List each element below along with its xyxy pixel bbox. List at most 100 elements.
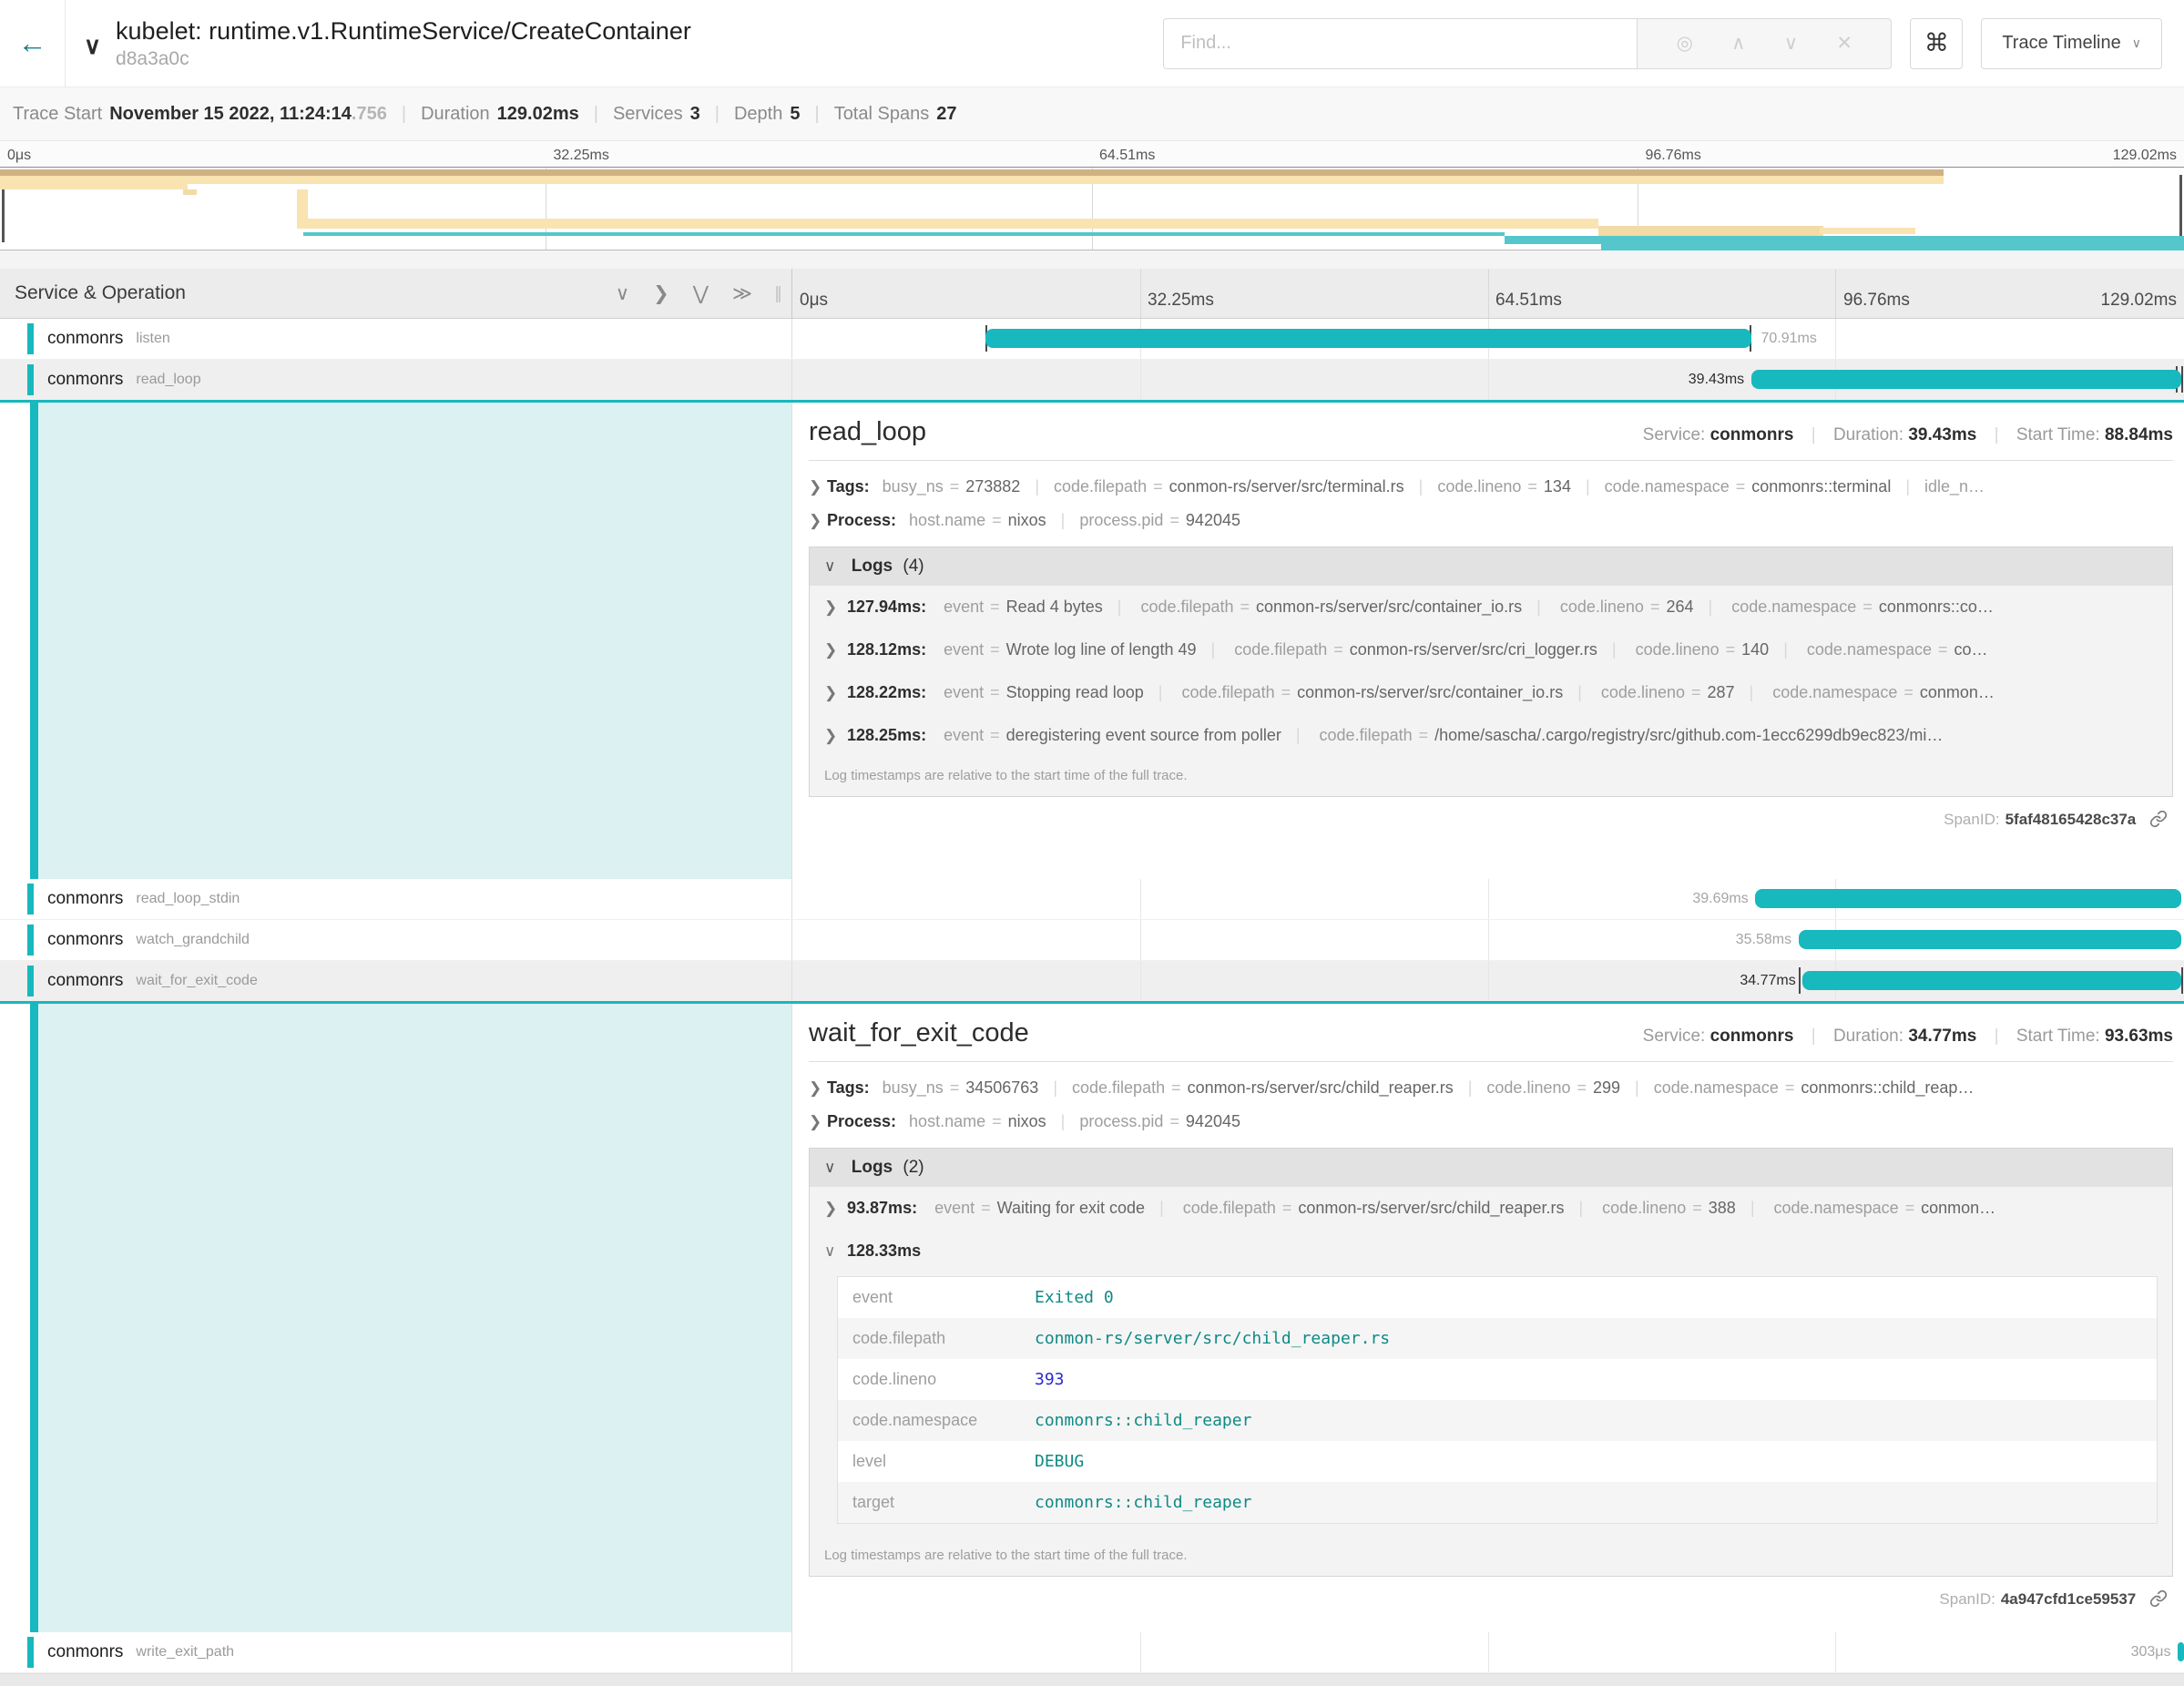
kv-row: code.filepath conmon-rs/server/src/child…: [838, 1318, 2157, 1359]
log-kv-table: event Exited 0 code.filepath conmon-rs/s…: [837, 1276, 2158, 1524]
chevron-right-icon: ❯: [824, 684, 842, 702]
minimap-span-bar: [1598, 226, 1823, 236]
duration-label: Duration: [421, 104, 490, 125]
operation-name: listen: [136, 331, 169, 347]
process-accordion[interactable]: ❯ Process: host.name=nixos| process.pid=…: [809, 504, 2173, 537]
minimap-span-bar: [1505, 236, 2184, 244]
page-header: ← ∨ kubelet: runtime.v1.RuntimeService/C…: [0, 0, 2184, 87]
span-row-wait-for-exit-code[interactable]: conmonrs wait_for_exit_code 34.77ms: [0, 961, 2184, 1004]
service-name: conmonrs: [47, 1642, 123, 1662]
services-label: Services: [613, 104, 683, 125]
detail-accent-column: [0, 1004, 792, 1632]
log-entry[interactable]: ❯ 127.94ms: event=Read 4 bytes| code.fil…: [810, 586, 2172, 628]
find-group: ◎ ∧ ∨ ✕: [1163, 18, 1892, 69]
keyboard-shortcuts-button[interactable]: ⌘: [1910, 18, 1963, 69]
trace-view-selector[interactable]: Trace Timeline ∨: [1981, 18, 2162, 69]
expand-all-icon[interactable]: ≫: [732, 282, 752, 305]
next-result-icon[interactable]: ∨: [1784, 32, 1798, 55]
logs-footnote: Log timestamps are relative to the start…: [810, 1537, 2172, 1576]
log-entry[interactable]: ❯ 128.12ms: event=Wrote log line of leng…: [810, 628, 2172, 671]
chevron-right-icon: ❯: [824, 1200, 842, 1218]
bottom-strip: [0, 1673, 2184, 1686]
trace-view-label: Trace Timeline: [2002, 33, 2120, 54]
find-input[interactable]: [1163, 18, 1637, 69]
span-detail-wait-for-exit-code: wait_for_exit_code Service: conmonrs | D…: [0, 1004, 2184, 1632]
span-bar[interactable]: [1799, 930, 2181, 949]
services-value: 3: [690, 104, 700, 125]
tags-accordion[interactable]: ❯ Tags: busy_ns=273882| code.filepath=co…: [809, 470, 2173, 504]
timeline-ticks-header: 0μs 32.25ms 64.51ms 96.76ms 129.02ms: [792, 269, 2184, 318]
timeline-tick: 64.51ms: [1495, 291, 1562, 311]
title-block: kubelet: runtime.v1.RuntimeService/Creat…: [116, 16, 691, 69]
total-spans-value: 27: [936, 104, 956, 125]
span-bar[interactable]: [985, 329, 1750, 348]
service-color-indicator: [27, 884, 34, 915]
log-entry[interactable]: ❯ 128.25ms: event=deregistering event so…: [810, 714, 2172, 757]
chevron-down-icon: ∨: [824, 557, 835, 575]
span-bar[interactable]: [1802, 971, 2181, 990]
span-marker: [1799, 967, 1801, 994]
span-row-read-loop-stdin[interactable]: conmonrs read_loop_stdin 39.69ms: [0, 879, 2184, 920]
service-operation-title: Service & Operation: [15, 282, 592, 304]
span-id-row: SpanID:4a947cfd1ce59537: [809, 1589, 2173, 1612]
span-row-listen[interactable]: conmonrs listen 70.91ms: [0, 319, 2184, 360]
clear-find-icon[interactable]: ✕: [1836, 32, 1852, 55]
span-marker: [2181, 366, 2183, 393]
chevron-right-icon: ❯: [809, 478, 827, 496]
chevron-right-icon: ❯: [809, 512, 827, 530]
link-icon[interactable]: [2149, 1594, 2168, 1611]
chevron-right-icon: ❯: [809, 1079, 827, 1098]
logs-header[interactable]: ∨ Logs (4): [810, 547, 2172, 586]
span-bar[interactable]: [1755, 889, 2181, 908]
span-detail-read-loop: read_loop Service: conmonrs | Duration: …: [0, 403, 2184, 879]
minimap-span-bar: [1601, 244, 2184, 250]
timeline-column-header: Service & Operation ∨ ❯ ⋁ ≫ ∥ 0μs 32.25m…: [0, 269, 2184, 319]
process-accordion[interactable]: ❯ Process: host.name=nixos| process.pid=…: [809, 1105, 2173, 1139]
log-entry-expanded[interactable]: ∨ 128.33ms: [810, 1230, 2172, 1272]
span-row-read-loop[interactable]: conmonrs read_loop 39.43ms: [0, 360, 2184, 403]
collapse-all-icon[interactable]: ⋁: [693, 282, 709, 305]
expand-one-icon[interactable]: ❯: [653, 282, 669, 305]
total-spans-label: Total Spans: [834, 104, 930, 125]
service-name: conmonrs: [47, 971, 123, 991]
log-entry[interactable]: ❯ 128.22ms: event=Stopping read loop| co…: [810, 671, 2172, 714]
service-color-indicator: [27, 925, 34, 955]
column-resizer[interactable]: ∥: [774, 284, 782, 303]
ruler-tick: 32.25ms: [554, 148, 609, 164]
trace-summary-bar: Trace Start November 15 2022, 11:24:14.7…: [0, 87, 2184, 141]
chevron-right-icon: ❯: [824, 598, 842, 617]
minimap-span-bar: [303, 232, 1505, 236]
span-duration: 35.58ms: [1736, 932, 1791, 948]
chevron-right-icon: ❯: [809, 1113, 827, 1131]
service-color-indicator: [27, 323, 34, 354]
span-bar[interactable]: [2178, 1642, 2184, 1661]
chevron-down-icon: ∨: [824, 1242, 842, 1261]
service-operation-header: Service & Operation ∨ ❯ ⋁ ≫ ∥: [0, 269, 792, 318]
jaeger-trace-page: ← ∨ kubelet: runtime.v1.RuntimeService/C…: [0, 0, 2184, 1686]
minimap-canvas[interactable]: [0, 167, 2184, 250]
command-icon: ⌘: [1924, 29, 1949, 57]
timeline-tick: 0μs: [800, 291, 828, 311]
minimap-right-handle[interactable]: [2179, 175, 2182, 242]
service-color-indicator: [27, 966, 34, 996]
span-duration: 39.69ms: [1692, 891, 1748, 907]
ruler-tick: 96.76ms: [1646, 148, 1701, 164]
span-row-watch-grandchild[interactable]: conmonrs watch_grandchild 35.58ms: [0, 920, 2184, 961]
collapse-one-icon[interactable]: ∨: [616, 282, 629, 305]
span-row-write-exit-path[interactable]: conmonrs write_exit_path 303μs: [0, 1632, 2184, 1673]
kv-row: event Exited 0: [838, 1277, 2157, 1318]
link-icon[interactable]: [2149, 814, 2168, 832]
operation-name: wait_for_exit_code: [136, 973, 257, 989]
trace-start-label: Trace Start: [13, 104, 102, 125]
match-case-icon[interactable]: ◎: [1677, 32, 1693, 55]
timeline-tick: 129.02ms: [2101, 291, 2177, 311]
tags-accordion[interactable]: ❯ Tags: busy_ns=34506763| code.filepath=…: [809, 1071, 2173, 1105]
span-duration: 34.77ms: [1740, 973, 1795, 989]
logs-header[interactable]: ∨ Logs (2): [810, 1149, 2172, 1187]
span-bar[interactable]: [1751, 370, 2181, 389]
log-entry[interactable]: ❯ 93.87ms: event=Waiting for exit code| …: [810, 1187, 2172, 1230]
collapse-title-chevron-icon[interactable]: ∨: [84, 32, 101, 60]
kv-row: code.lineno 393: [838, 1359, 2157, 1400]
back-button[interactable]: ←: [0, 0, 66, 87]
prev-result-icon[interactable]: ∧: [1731, 32, 1745, 55]
